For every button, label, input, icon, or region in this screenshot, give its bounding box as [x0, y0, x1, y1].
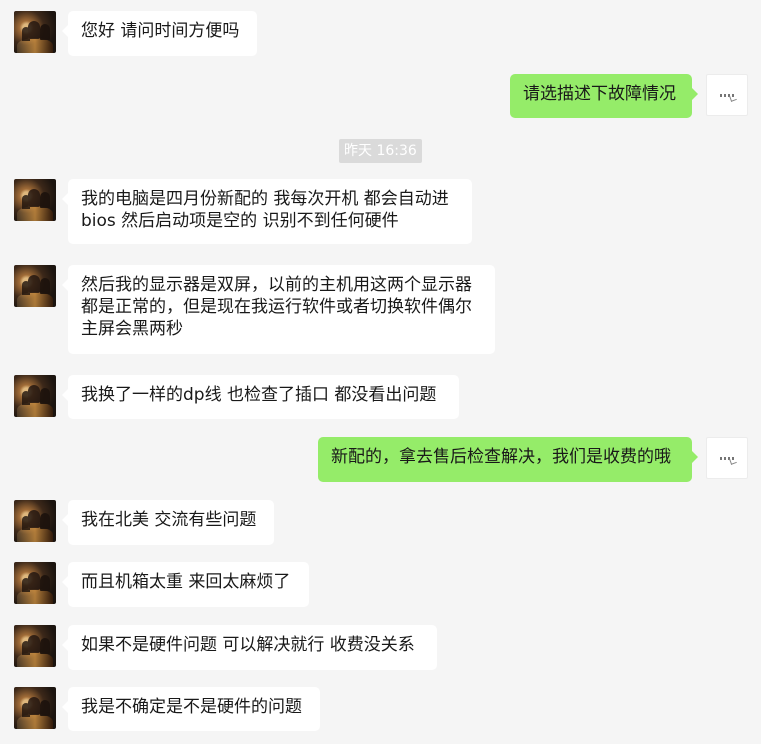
incoming-message: 我在北美 交流有些问题 — [62, 500, 274, 545]
incoming-message: 您好 请问时间方便吗 — [62, 11, 257, 56]
incoming-message: 我的电脑是四月份新配的 我每次开机 都会自动进 bios 然后启动项是空的 识别… — [62, 179, 472, 244]
contact-avatar[interactable] — [14, 179, 56, 221]
contact-avatar[interactable] — [14, 625, 56, 667]
incoming-message: 如果不是硬件问题 可以解决就行 收费没关系 — [62, 625, 437, 670]
incoming-message: 然后我的显示器是双屏，以前的主机用这两个显示器 都是正常的，但是现在我运行软件或… — [62, 265, 495, 354]
incoming-message: 而且机箱太重 来回太麻烦了 — [62, 562, 309, 607]
message-timestamp: 昨天 16:36 — [339, 139, 422, 163]
incoming-message: 我是不确定是不是硬件的问题 — [62, 687, 320, 731]
outgoing-message: 请选描述下故障情况 — [510, 74, 698, 118]
contact-avatar[interactable] — [14, 500, 56, 542]
contact-avatar[interactable] — [14, 265, 56, 307]
chat-window: 您好 请问时间方便吗 请选描述下故障情况 昨天 16:36 我的电脑是四月份新配… — [0, 0, 761, 744]
contact-avatar[interactable] — [14, 375, 56, 417]
contact-avatar[interactable] — [14, 562, 56, 604]
contact-avatar[interactable] — [14, 687, 56, 729]
user-avatar[interactable] — [706, 74, 748, 116]
outgoing-message: 新配的，拿去售后检查解决，我们是收费的哦 — [318, 437, 698, 482]
contact-avatar[interactable] — [14, 11, 56, 53]
user-avatar[interactable] — [706, 437, 748, 479]
incoming-message: 我换了一样的dp线 也检查了插口 都没看出问题 — [62, 375, 459, 419]
